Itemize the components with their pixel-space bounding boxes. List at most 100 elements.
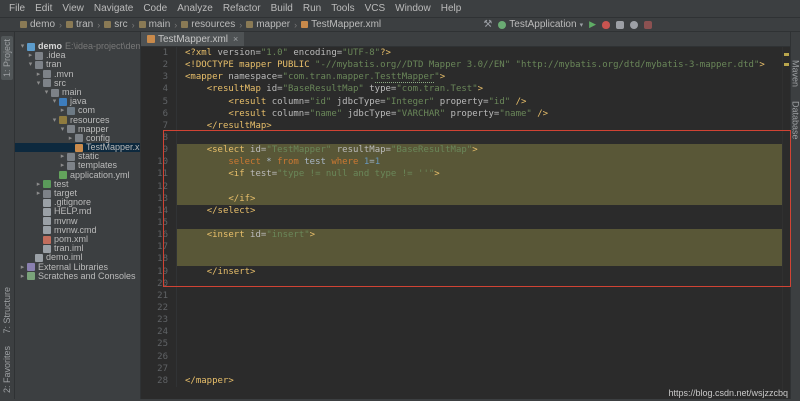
run-button[interactable]: ▶ — [589, 19, 596, 30]
breadcrumb-tran[interactable]: tran — [64, 19, 95, 30]
tree-expanded-icon[interactable]: ▾ — [35, 79, 42, 88]
code-line-5[interactable]: 5 <result column="id" jdbcType="Integer"… — [141, 95, 790, 108]
tree-expanded-icon[interactable]: ▾ — [43, 88, 50, 97]
menu-run[interactable]: Run — [298, 0, 326, 18]
tree-collapsed-icon[interactable]: ▸ — [59, 161, 66, 170]
debug-button[interactable] — [602, 20, 610, 29]
code-line-11[interactable]: 11 <if test="type != null and type != ''… — [141, 168, 790, 181]
menu-edit[interactable]: Edit — [30, 0, 57, 18]
code-line-20[interactable]: 20 — [141, 277, 790, 290]
code-line-15[interactable]: 15 — [141, 216, 790, 230]
tree-item-test[interactable]: ▸ test — [15, 180, 140, 189]
tree-item-target[interactable]: ▸ target — [15, 189, 140, 198]
code-line-25[interactable]: 25 — [141, 338, 790, 351]
code-line-24[interactable]: 24 — [141, 326, 790, 339]
tool-tab-7-structure[interactable]: 7: Structure — [2, 287, 12, 334]
tree-item-help-md[interactable]: HELP.md — [15, 207, 140, 216]
menu-help[interactable]: Help — [436, 0, 467, 18]
code-line-21[interactable]: 21 — [141, 289, 790, 302]
tree-collapsed-icon[interactable]: ▸ — [35, 70, 42, 79]
tree-item-mvn[interactable]: ▸ .mvn — [15, 70, 140, 79]
build-hammer-icon[interactable]: ⚒ — [483, 19, 492, 30]
code-line-8[interactable]: 8 — [141, 131, 790, 145]
tree-item-tran-iml[interactable]: tran.iml — [15, 244, 140, 253]
tree-collapsed-icon[interactable]: ▸ — [19, 272, 26, 281]
menu-analyze[interactable]: Analyze — [172, 0, 218, 18]
tree-expanded-icon[interactable]: ▾ — [19, 42, 26, 51]
code-line-18[interactable]: 18 — [141, 253, 790, 266]
tool-tab-database[interactable]: Database — [791, 101, 800, 140]
tree-item-tran[interactable]: ▾ tran — [15, 60, 140, 69]
code-line-12[interactable]: 12 — [141, 180, 790, 193]
tree-item-application-yml[interactable]: application.yml — [15, 171, 140, 180]
tree-item-config[interactable]: ▸ config — [15, 134, 140, 143]
tree-expanded-icon[interactable]: ▾ — [51, 97, 58, 106]
profiler-button[interactable] — [630, 20, 638, 29]
close-icon[interactable]: × — [233, 34, 238, 44]
code-line-22[interactable]: 22 — [141, 301, 790, 315]
menu-tools[interactable]: Tools — [326, 0, 359, 18]
tree-item-scratches-and-consoles[interactable]: ▸ Scratches and Consoles — [15, 272, 140, 281]
tree-collapsed-icon[interactable]: ▸ — [27, 51, 34, 60]
code-line-17[interactable]: 17 — [141, 241, 790, 254]
code-line-14[interactable]: 14 </select> — [141, 204, 790, 217]
code-line-7[interactable]: 7 </resultMap> — [141, 119, 790, 132]
tree-expanded-icon[interactable]: ▾ — [51, 116, 58, 125]
tree-item-external-libraries[interactable]: ▸ External Libraries — [15, 263, 140, 272]
tree-expanded-icon[interactable]: ▾ — [27, 60, 34, 69]
tree-item-java[interactable]: ▾ java — [15, 97, 140, 106]
code-line-3[interactable]: 3 <mapper namespace="com.tran.mapper.Test… — [141, 71, 790, 84]
breadcrumb-mapper[interactable]: mapper — [244, 19, 292, 30]
warning-mark[interactable] — [784, 63, 789, 66]
tool-tab-1-project[interactable]: 1: Project — [1, 36, 13, 81]
tree-item-resources[interactable]: ▾ resources — [15, 116, 140, 125]
tool-tab-2-favorites[interactable]: 2: Favorites — [2, 346, 12, 393]
tree-collapsed-icon[interactable]: ▸ — [19, 263, 26, 272]
tree-item-demo-iml[interactable]: demo.iml — [15, 253, 140, 262]
menu-vcs[interactable]: VCS — [360, 0, 391, 18]
breadcrumb-src[interactable]: src — [102, 19, 129, 30]
code-line-1[interactable]: 1 <?xml version="1.0" encoding="UTF-8"?> — [141, 47, 790, 60]
run-config-selector[interactable]: TestApplication ▾ — [498, 19, 583, 30]
stop-button[interactable] — [644, 20, 652, 29]
code-line-9[interactable]: 9 <select id="TestMapper" resultMap="Bas… — [141, 144, 790, 157]
code-line-10[interactable]: 10 select * from test where 1=1 — [141, 156, 790, 169]
tree-item-demo[interactable]: ▾ demo E:\idea-project\demo — [15, 42, 140, 51]
tree-item-mvnw[interactable]: mvnw — [15, 217, 140, 226]
code-line-23[interactable]: 23 — [141, 314, 790, 327]
tree-collapsed-icon[interactable]: ▸ — [35, 180, 42, 189]
code-line-2[interactable]: 2 <!DOCTYPE mapper PUBLIC "-//mybatis.org… — [141, 59, 790, 72]
menu-view[interactable]: View — [57, 0, 89, 18]
tree-item-idea[interactable]: ▸ .idea — [15, 51, 140, 60]
tree-collapsed-icon[interactable]: ▸ — [59, 152, 66, 161]
tree-item-gitignore[interactable]: .gitignore — [15, 198, 140, 207]
code-line-26[interactable]: 26 — [141, 350, 790, 363]
tree-collapsed-icon[interactable]: ▸ — [35, 189, 42, 198]
menu-file[interactable]: File — [4, 0, 30, 18]
coverage-button[interactable] — [616, 20, 624, 29]
tool-tab-maven[interactable]: Maven — [791, 60, 800, 87]
editor-tab-testmapper-xml[interactable]: TestMapper.xml × — [141, 32, 245, 46]
tree-item-main[interactable]: ▾ main — [15, 88, 140, 97]
code-line-27[interactable]: 27 — [141, 362, 790, 375]
menu-build[interactable]: Build — [266, 0, 298, 18]
breadcrumb-resources[interactable]: resources — [179, 19, 237, 30]
code-line-13[interactable]: 13 </if> — [141, 192, 790, 205]
tree-item-testmapper-xml[interactable]: TestMapper.xml — [15, 143, 140, 153]
error-stripe[interactable] — [782, 47, 790, 399]
breadcrumb-testmapper-xml[interactable]: TestMapper.xml — [299, 19, 383, 30]
tree-item-src[interactable]: ▾ src — [15, 79, 140, 88]
tree-collapsed-icon[interactable]: ▸ — [59, 106, 66, 115]
code-line-16[interactable]: 16 <insert id="insert"> — [141, 229, 790, 242]
breadcrumb-demo[interactable]: demo — [18, 19, 57, 30]
tree-item-templates[interactable]: ▸ templates — [15, 161, 140, 170]
menu-window[interactable]: Window — [390, 0, 436, 18]
tree-item-pom-xml[interactable]: pom.xml — [15, 235, 140, 244]
tree-item-mvnw-cmd[interactable]: mvnw.cmd — [15, 226, 140, 235]
code-line-28[interactable]: 28 </mapper> — [141, 374, 790, 387]
menu-code[interactable]: Code — [138, 0, 172, 18]
tree-collapsed-icon[interactable]: ▸ — [67, 134, 74, 143]
code-area[interactable]: 1 <?xml version="1.0" encoding="UTF-8"?> 2… — [141, 47, 790, 399]
breadcrumb-main[interactable]: main — [137, 19, 173, 30]
tree-item-com[interactable]: ▸ com — [15, 106, 140, 115]
